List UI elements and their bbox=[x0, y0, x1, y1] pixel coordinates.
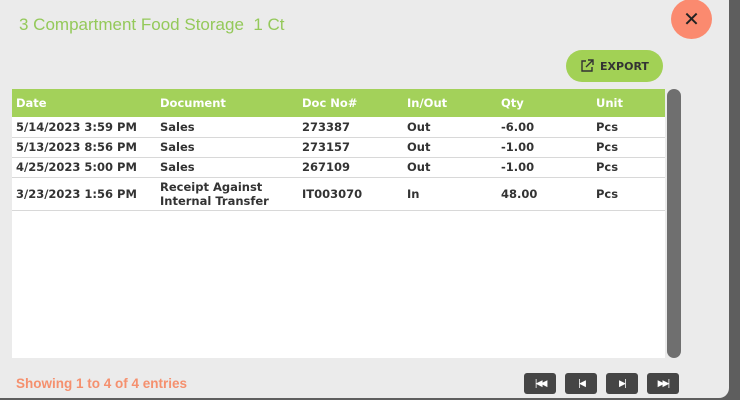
table-cell: 4/25/2023 5:00 PM bbox=[12, 157, 156, 178]
column-header[interactable]: In/Out bbox=[403, 89, 497, 117]
first-page-button[interactable]: |◀◀ bbox=[524, 373, 556, 394]
last-page-button[interactable]: ▶▶| bbox=[647, 373, 679, 394]
table-header: Date Document Doc No# In/Out Qty Unit bbox=[12, 89, 665, 117]
column-header[interactable]: Doc No# bbox=[298, 89, 403, 117]
table-cell: Pcs bbox=[592, 137, 665, 158]
close-button[interactable]: ✕ bbox=[671, 0, 712, 39]
table-cell: 48.00 bbox=[497, 177, 592, 211]
table-cell: 267109 bbox=[298, 157, 403, 178]
export-label: EXPORT bbox=[600, 59, 649, 73]
prev-page-button[interactable]: |◀ bbox=[565, 373, 597, 394]
table-cell: Pcs bbox=[592, 157, 665, 178]
column-header[interactable]: Qty bbox=[497, 89, 592, 117]
column-header[interactable]: Unit bbox=[592, 89, 665, 117]
table-row[interactable]: 5/13/2023 8:56 PM Sales 273157 Out -1.00 Pcs bbox=[12, 137, 665, 158]
scrollbar[interactable] bbox=[667, 89, 681, 358]
table-cell: Sales bbox=[156, 137, 298, 158]
table-cell: In bbox=[403, 177, 497, 211]
table-row[interactable]: 5/14/2023 3:59 PM Sales 273387 Out -6.00 Pcs bbox=[12, 117, 665, 138]
history-table: Date Document Doc No# In/Out Qty Unit 5/… bbox=[12, 89, 665, 358]
column-header[interactable]: Date bbox=[12, 89, 156, 117]
table-row[interactable]: 4/25/2023 5:00 PM Sales 267109 Out -1.00 Pcs bbox=[12, 157, 665, 178]
table-cell: 3/23/2023 1:56 PM bbox=[12, 177, 156, 211]
table-cell: 5/13/2023 8:56 PM bbox=[12, 137, 156, 158]
table-cell: 5/14/2023 3:59 PM bbox=[12, 117, 156, 138]
close-icon: ✕ bbox=[683, 7, 700, 31]
table-cell: -6.00 bbox=[497, 117, 592, 138]
table-cell: Pcs bbox=[592, 177, 665, 211]
column-header[interactable]: Document bbox=[156, 89, 298, 117]
table-cell: Sales bbox=[156, 157, 298, 178]
table-cell: Out bbox=[403, 157, 497, 178]
table-cell: -1.00 bbox=[497, 157, 592, 178]
table-cell: IT003070 bbox=[298, 177, 403, 211]
next-page-button[interactable]: ▶| bbox=[606, 373, 638, 394]
table-cell: 273387 bbox=[298, 117, 403, 138]
table-cell: 273157 bbox=[298, 137, 403, 158]
table-cell: Out bbox=[403, 117, 497, 138]
entries-info: Showing 1 to 4 of 4 entries bbox=[16, 376, 188, 391]
external-link-icon bbox=[581, 59, 594, 72]
table-row[interactable]: 3/23/2023 1:56 PM Receipt Against Interna… bbox=[12, 177, 665, 211]
table-cell: Sales bbox=[156, 117, 298, 138]
table-cell: -1.00 bbox=[497, 137, 592, 158]
table-cell: Receipt Against Internal Transfer bbox=[156, 177, 298, 211]
modal-title: 3 Compartment Food Storage 1 Ct bbox=[19, 15, 285, 34]
export-button[interactable]: EXPORT bbox=[566, 50, 663, 82]
table-cell: Out bbox=[403, 137, 497, 158]
table-cell: Pcs bbox=[592, 117, 665, 138]
